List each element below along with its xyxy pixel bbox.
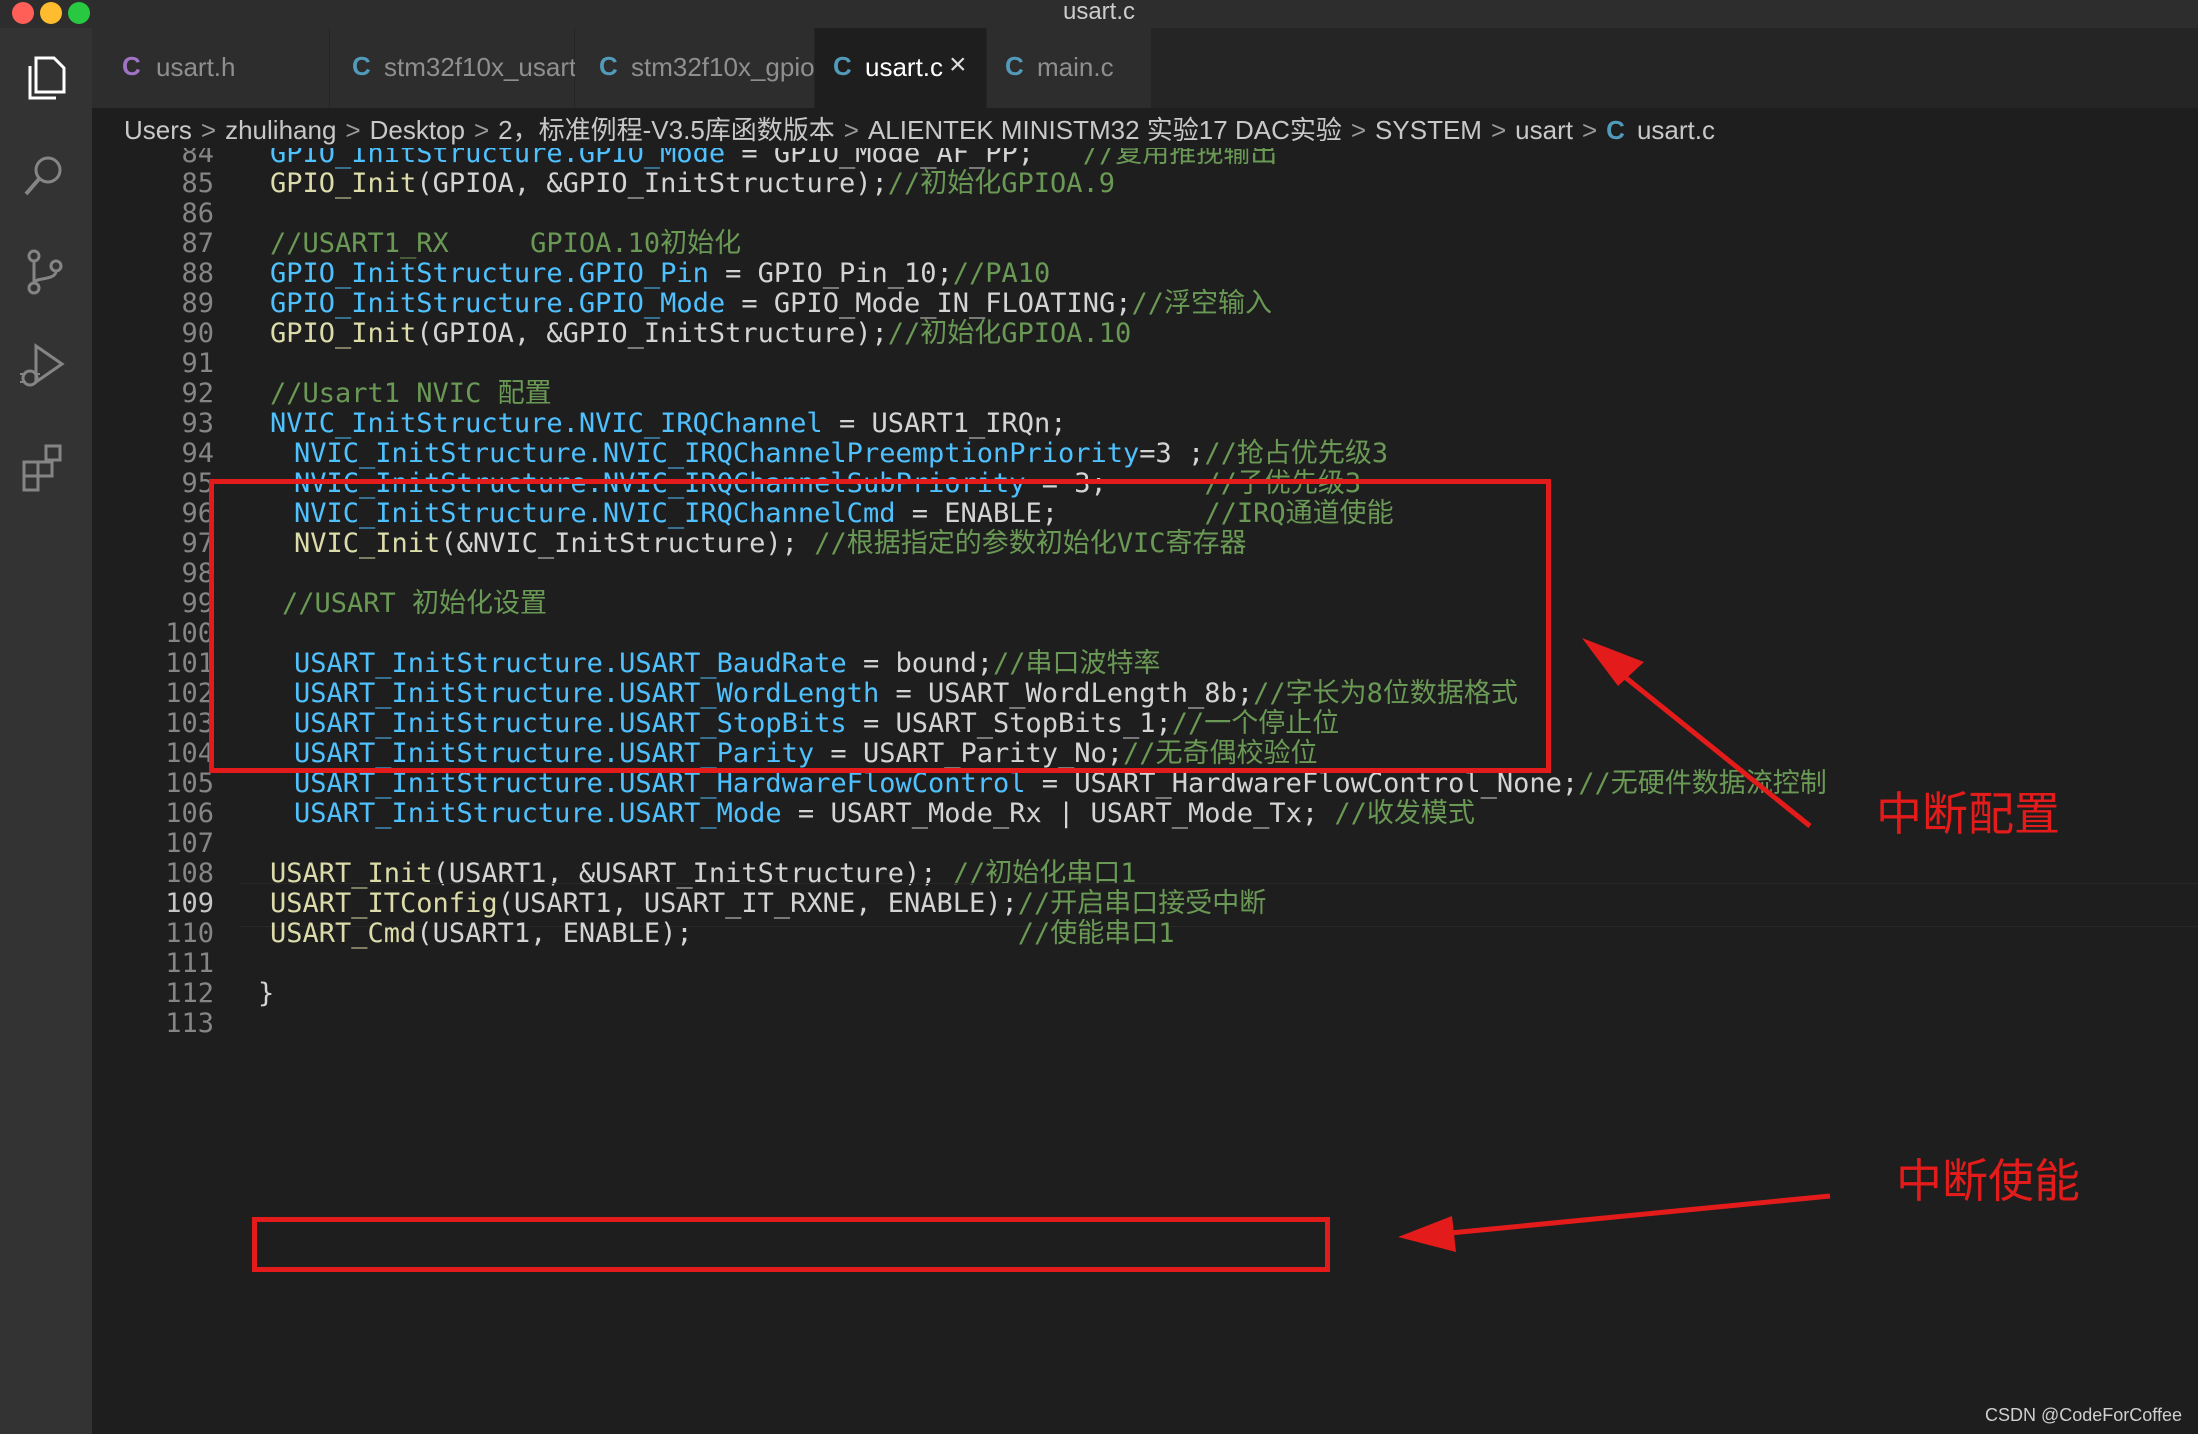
annotation-arrows bbox=[1398, 638, 1831, 1252]
watermark: CSDN @CodeForCoffee bbox=[1984, 1405, 2182, 1425]
arrow-head bbox=[1582, 638, 1644, 686]
arrow-head bbox=[1398, 1216, 1456, 1252]
arrow-to-nvic-box bbox=[1608, 663, 1812, 828]
arrow-to-itconfig-box bbox=[1439, 1193, 1831, 1237]
